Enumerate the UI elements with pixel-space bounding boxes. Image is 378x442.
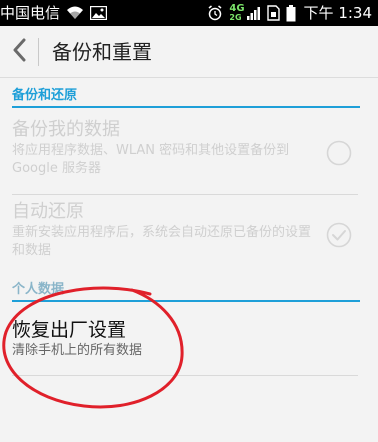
- setting-summary: 将应用程序数据、WLAN 密码和其他设置备份到 Google 服务器: [12, 143, 290, 176]
- alarm-icon: [207, 5, 223, 21]
- section-header-personal: 个人数据: [12, 278, 360, 302]
- section-label: 个人数据: [12, 282, 65, 297]
- action-bar: 备份和重置: [0, 26, 378, 78]
- setting-title: 恢复出厂设置: [12, 319, 127, 341]
- setting-title: 自动还原: [12, 201, 84, 222]
- setting-text: 自动还原 重新安装应用程序后，系统会自动还原已备份的设置和数据: [12, 200, 312, 260]
- backup-my-data-setting[interactable]: 备份我的数据 将应用程序数据、WLAN 密码和其他设置备份到 Google 服务…: [12, 118, 360, 188]
- image-icon: [90, 6, 108, 20]
- setting-summary: 清除手机上的所有数据: [12, 343, 143, 358]
- header-divider: [38, 38, 39, 66]
- setting-text: 恢复出厂设置 清除手机上的所有数据: [12, 318, 312, 360]
- chevron-left-icon: [12, 38, 26, 66]
- setting-text: 备份我的数据 将应用程序数据、WLAN 密码和其他设置备份到 Google 服务…: [12, 118, 312, 178]
- section-header-backup: 备份和还原: [12, 84, 360, 108]
- setting-title: 备份我的数据: [12, 119, 120, 140]
- carrier-name: 中国电信: [0, 4, 61, 22]
- sim-icon: [266, 5, 280, 21]
- status-left: 中国电信: [0, 3, 108, 23]
- wifi-icon: [66, 6, 84, 20]
- setting-summary: 重新安装应用程序后，系统会自动还原已备份的设置和数据: [12, 225, 312, 258]
- status-right: 4G 2G 下午 1:34: [201, 3, 372, 23]
- row-divider: [12, 375, 358, 376]
- clock: 下午 1:34: [303, 4, 372, 22]
- checkmark-circle-icon[interactable]: [326, 222, 352, 248]
- factory-reset-setting[interactable]: 恢复出厂设置 清除手机上的所有数据: [12, 318, 360, 368]
- status-bar: 中国电信 4G 2G 下午 1:34: [0, 0, 378, 26]
- battery-icon: [286, 4, 296, 22]
- back-button[interactable]: [0, 26, 38, 78]
- network-bottom-label: 2G: [229, 13, 242, 22]
- page-title: 备份和重置: [52, 40, 152, 64]
- network-top-label: 4G: [229, 3, 245, 14]
- row-divider: [12, 194, 358, 195]
- section-label: 备份和还原: [12, 88, 78, 103]
- auto-restore-setting[interactable]: 自动还原 重新安装应用程序后，系统会自动还原已备份的设置和数据: [12, 200, 360, 270]
- network-type-badge: 4G 2G: [229, 3, 245, 23]
- signal-icon: [246, 6, 261, 20]
- empty-checkbox-icon[interactable]: [326, 140, 352, 166]
